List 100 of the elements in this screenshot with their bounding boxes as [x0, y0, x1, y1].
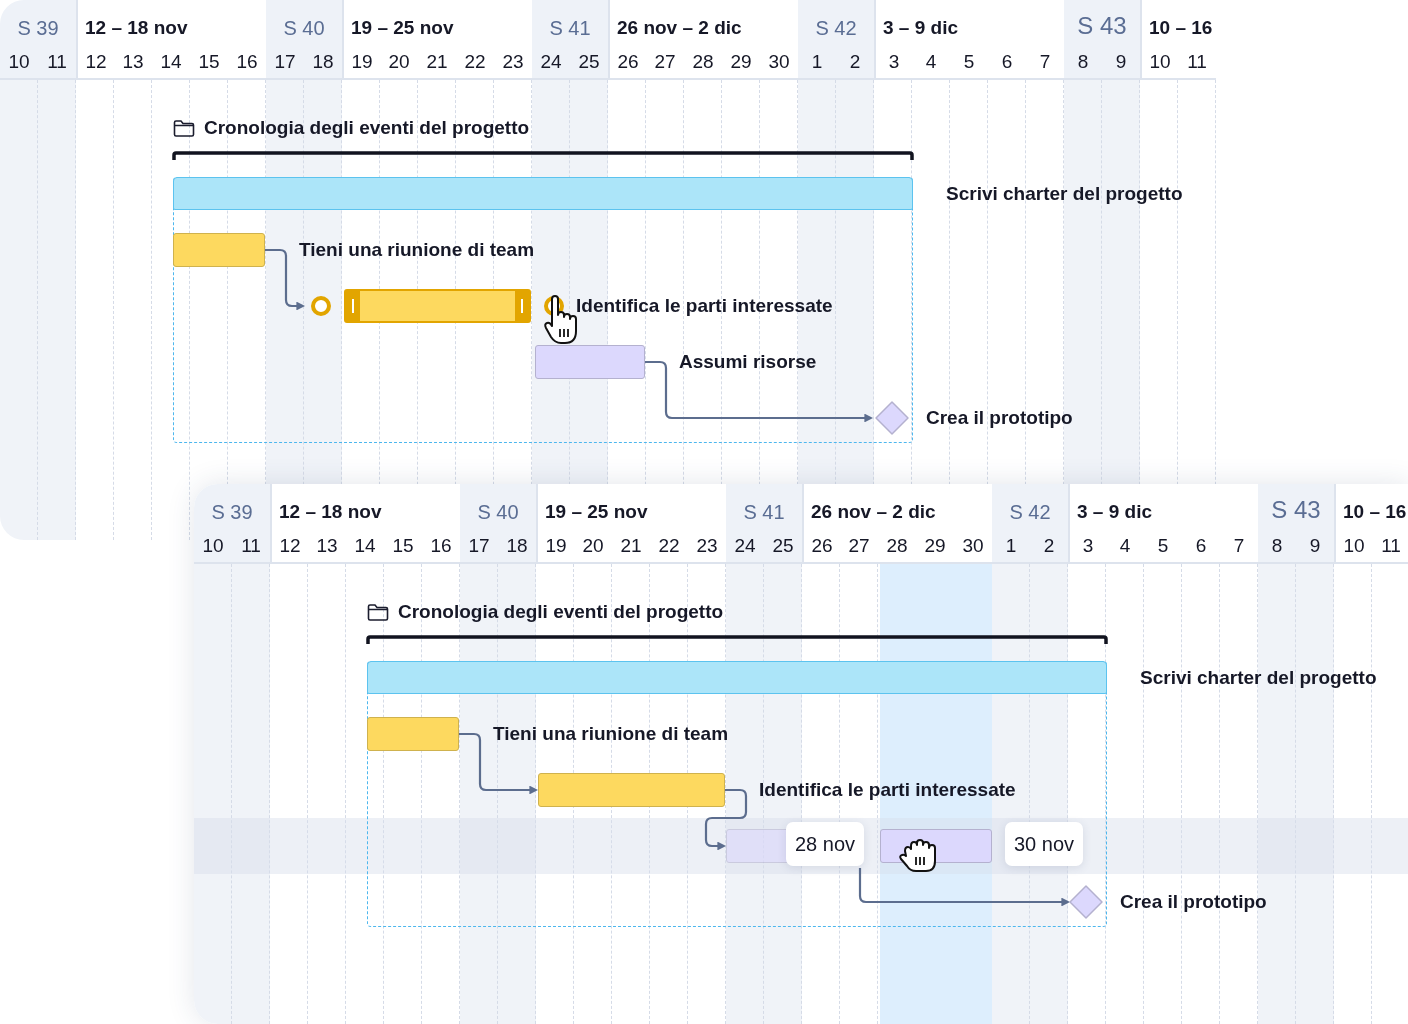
day-number: 22 — [658, 535, 680, 557]
day-number: 22 — [464, 51, 486, 73]
day-number: 4 — [925, 51, 937, 73]
date-range: 12 – 18 nov — [279, 501, 382, 523]
task-label: Crea il prototipo — [1120, 890, 1267, 914]
task-label: Assumi risorse — [679, 350, 817, 374]
day-number: 30 — [768, 51, 790, 73]
day-number: 1 — [811, 51, 823, 73]
day-number: 26 — [811, 535, 833, 557]
task-label: Identifica le parti interessate — [576, 294, 833, 318]
day-number: 7 — [1039, 51, 1051, 73]
day-number: 27 — [848, 535, 870, 557]
date-range: 3 – 9 dic — [883, 17, 958, 39]
day-number: 24 — [734, 535, 756, 557]
day-number: 7 — [1233, 535, 1245, 557]
day-number: 15 — [392, 535, 414, 557]
task-label: Scrivi charter del progetto — [946, 182, 1183, 206]
day-number: 28 — [886, 535, 908, 557]
day-number: 11 — [241, 535, 261, 557]
day-number: 19 — [545, 535, 567, 557]
day-number: 23 — [502, 51, 524, 73]
day-number: 8 — [1271, 535, 1283, 557]
day-number: 24 — [540, 51, 562, 73]
day-number: 12 — [279, 535, 301, 557]
day-number: 20 — [582, 535, 604, 557]
day-number: 2 — [1043, 535, 1055, 557]
day-number: 14 — [354, 535, 376, 557]
day-number: 11 — [47, 51, 67, 73]
week-number: S 41 — [743, 501, 785, 524]
task-label: Tieni una riunione di team — [493, 722, 729, 746]
group-title: Cronologia degli eventi del progetto — [204, 117, 530, 139]
day-number: 28 — [692, 51, 714, 73]
day-number: 29 — [730, 51, 752, 73]
day-number: 6 — [1195, 535, 1207, 557]
day-number: 6 — [1001, 51, 1013, 73]
task-label: Identifica le parti interessate — [759, 778, 1016, 802]
date-range: 12 – 18 nov — [85, 17, 188, 39]
day-number: 14 — [160, 51, 182, 73]
task-label: Crea il prototipo — [926, 406, 1073, 430]
task-label: Tieni una riunione di team — [299, 238, 535, 262]
week-number: S 39 — [211, 501, 253, 524]
day-number: 13 — [122, 51, 144, 73]
day-number: 18 — [312, 51, 334, 73]
day-number: 10 — [202, 535, 224, 557]
date-range: 3 – 9 dic — [1077, 501, 1152, 523]
date-tooltip: 30 nov — [1005, 822, 1084, 866]
day-number: 16 — [430, 535, 452, 557]
day-number: 21 — [620, 535, 642, 557]
dependency-arrow — [704, 788, 748, 851]
folder-icon — [367, 603, 389, 621]
date-range: 10 – 16 — [1149, 17, 1213, 39]
day-number: 3 — [1082, 535, 1094, 557]
day-number: 23 — [696, 535, 718, 557]
day-number: 5 — [963, 51, 975, 73]
day-number: 15 — [198, 51, 220, 73]
day-number: 29 — [924, 535, 946, 557]
day-number: 2 — [849, 51, 861, 73]
day-number: 21 — [426, 51, 448, 73]
day-number: 18 — [506, 535, 528, 557]
date-range: 26 nov – 2 dic — [617, 17, 742, 39]
milestone-diamond[interactable] — [1069, 885, 1103, 919]
date-range: 26 nov – 2 dic — [811, 501, 936, 523]
week-number: S 41 — [549, 17, 591, 40]
day-number: 13 — [316, 535, 338, 557]
day-number: 30 — [962, 535, 984, 557]
week-number: S 42 — [815, 17, 857, 40]
day-number: 5 — [1157, 535, 1169, 557]
day-number: 4 — [1119, 535, 1131, 557]
day-number: 17 — [274, 51, 296, 73]
milestone-diamond[interactable] — [875, 401, 909, 435]
day-number: 9 — [1309, 535, 1321, 557]
date-range: 10 – 16 — [1343, 501, 1407, 523]
group-title: Cronologia degli eventi del progetto — [398, 601, 724, 623]
week-number: S 39 — [17, 17, 59, 40]
date-tooltip: 28 nov — [786, 822, 865, 866]
week-number: S 40 — [477, 501, 519, 524]
day-number: 11 — [1381, 535, 1401, 557]
date-range: 19 – 25 nov — [351, 17, 454, 39]
task-label: Scrivi charter del progetto — [1140, 666, 1377, 690]
day-number: 26 — [617, 51, 639, 73]
day-number: 16 — [236, 51, 258, 73]
day-number: 27 — [654, 51, 676, 73]
day-number: 19 — [351, 51, 373, 73]
week-number: S 40 — [283, 17, 325, 40]
day-number: 8 — [1077, 51, 1089, 73]
week-number: S 43 — [1271, 496, 1321, 524]
day-number: 1 — [1005, 535, 1017, 557]
day-number: 11 — [1187, 51, 1207, 73]
day-number: 25 — [578, 51, 600, 73]
date-range: 19 – 25 nov — [545, 501, 648, 523]
day-number: 9 — [1115, 51, 1127, 73]
day-number: 3 — [888, 51, 900, 73]
day-number: 12 — [85, 51, 107, 73]
day-number: 17 — [468, 535, 490, 557]
week-number: S 43 — [1077, 12, 1127, 40]
day-number: 10 — [1343, 535, 1365, 557]
day-number: 10 — [1149, 51, 1171, 73]
week-number: S 42 — [1009, 501, 1051, 524]
day-number: 25 — [772, 535, 794, 557]
day-number: 10 — [8, 51, 30, 73]
